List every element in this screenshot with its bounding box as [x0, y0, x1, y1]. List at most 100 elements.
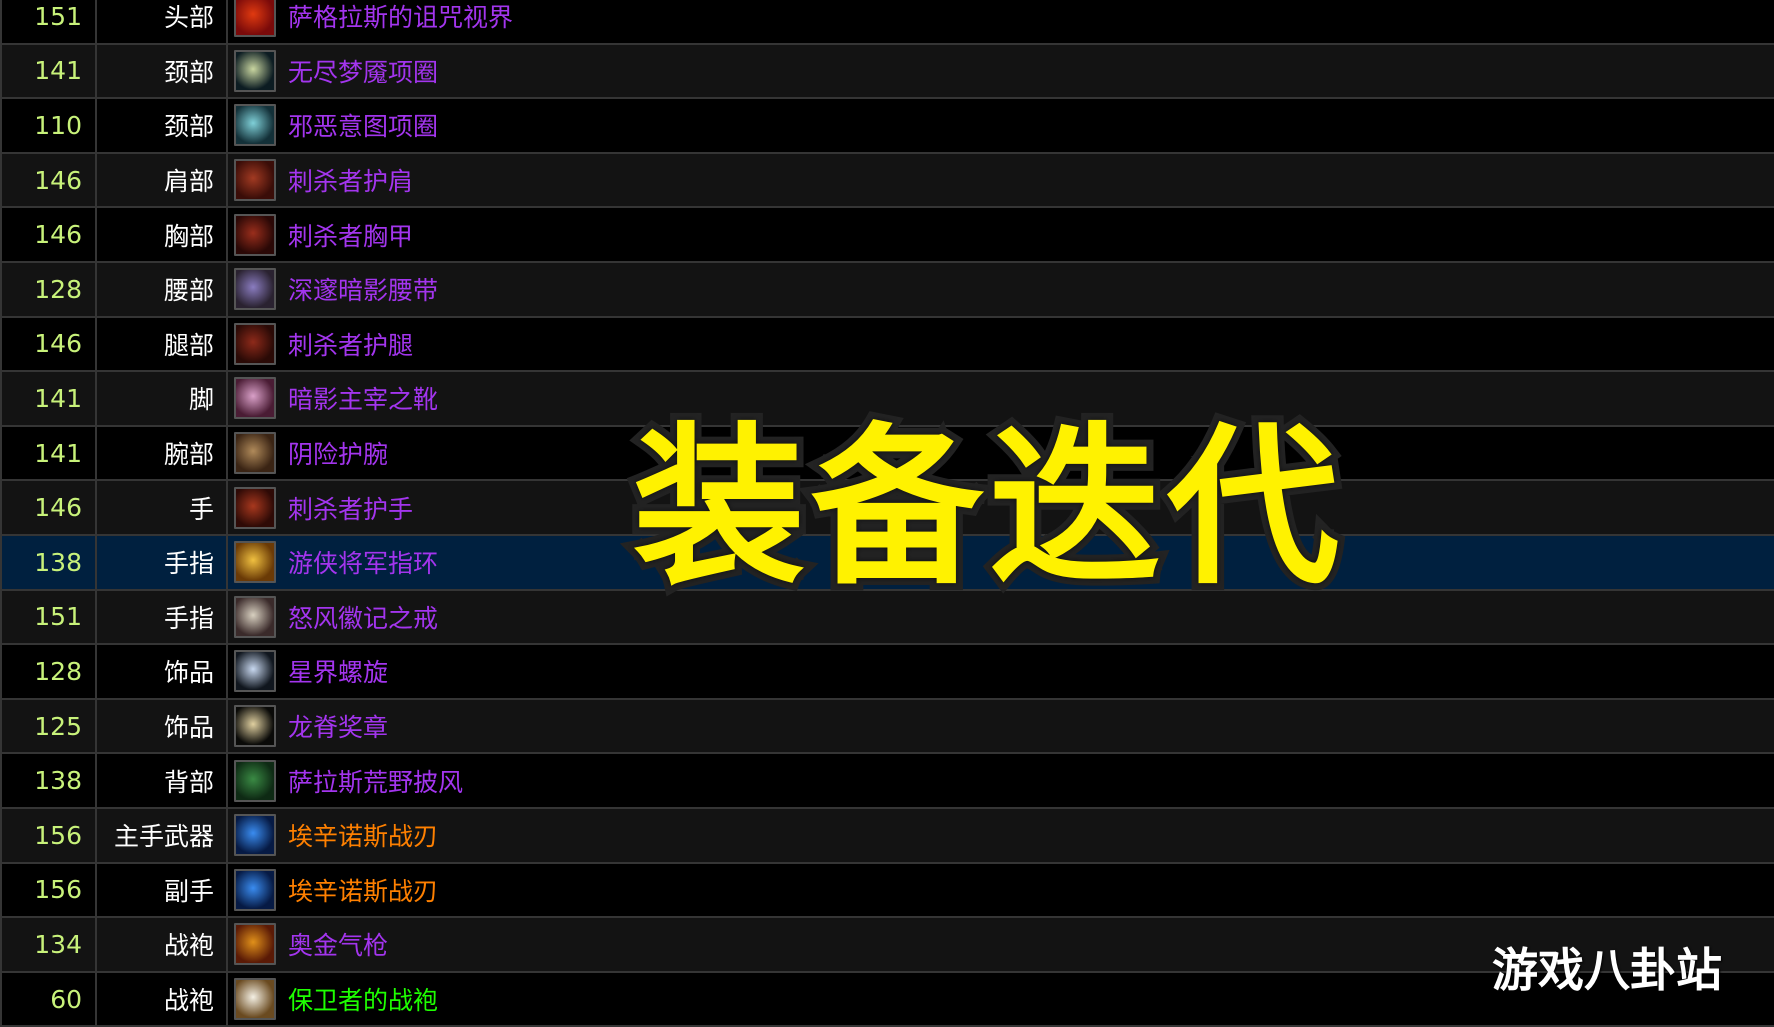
gear-row[interactable]: 128 腰部 深邃暗影腰带	[0, 263, 1774, 318]
item-level: 125	[0, 699, 97, 753]
gear-row[interactable]: 146 胸部 刺杀者胸甲	[0, 208, 1774, 263]
item-name-link[interactable]: 邪恶意图项圈	[288, 107, 438, 143]
item-level: 156	[0, 809, 97, 862]
item-name-link[interactable]: 游侠将军指环	[288, 544, 438, 580]
item-level: 151	[0, 0, 97, 43]
gear-row[interactable]: 141 颈部 无尽梦魇项圈	[0, 44, 1774, 100]
legs-icon[interactable]	[234, 322, 276, 365]
item-level: 141	[0, 44, 97, 98]
gun-icon[interactable]	[234, 923, 276, 966]
gear-row[interactable]: 156 副手 埃辛诺斯战刃	[0, 863, 1774, 919]
item-level: 138	[0, 754, 97, 807]
warglaive-icon[interactable]	[234, 868, 276, 911]
slot-name: 颈部	[97, 44, 228, 98]
slot-name: 腰部	[97, 263, 228, 316]
belt-icon[interactable]	[234, 268, 276, 311]
slot-name: 颈部	[97, 99, 228, 152]
necklace-icon[interactable]	[234, 49, 276, 92]
item-level: 128	[0, 263, 97, 316]
slot-name: 手指	[97, 590, 228, 644]
item-cell: 刺杀者护肩	[228, 154, 1774, 207]
tabard-icon[interactable]	[234, 978, 276, 1021]
gear-row[interactable]: 125 饰品 龙脊奖章	[0, 699, 1774, 755]
bracer-icon[interactable]	[234, 432, 276, 475]
watermark: 游戏八卦站	[1492, 943, 1722, 997]
item-cell: 龙脊奖章	[228, 700, 1774, 753]
gear-row[interactable]: 138 背部 萨拉斯荒野披风	[0, 754, 1774, 809]
cloak-icon[interactable]	[234, 759, 276, 802]
gear-row[interactable]: 128 饰品 星界螺旋	[0, 645, 1774, 700]
slot-name: 战袍	[97, 972, 228, 1026]
item-level: 146	[0, 153, 97, 207]
item-cell: 埃辛诺斯战刃	[228, 809, 1774, 862]
item-level: 151	[0, 590, 97, 644]
slot-name: 饰品	[97, 699, 228, 753]
item-name-link[interactable]: 埃辛诺斯战刃	[288, 872, 438, 908]
item-cell: 无尽梦魇项圈	[228, 45, 1774, 98]
item-name-link[interactable]: 刺杀者护肩	[288, 162, 413, 198]
item-name-link[interactable]: 刺杀者护手	[288, 490, 413, 526]
slot-name: 脚	[97, 372, 228, 425]
item-name-link[interactable]: 保卫者的战袍	[288, 981, 438, 1017]
slot-name: 腿部	[97, 317, 228, 371]
slot-name: 手指	[97, 536, 228, 589]
item-level: 141	[0, 372, 97, 425]
slot-name: 肩部	[97, 153, 228, 207]
item-cell: 埃辛诺斯战刃	[228, 864, 1774, 917]
gear-row[interactable]: 156 主手武器 埃辛诺斯战刃	[0, 809, 1774, 864]
gear-row[interactable]: 146 腿部 刺杀者护腿	[0, 317, 1774, 373]
item-level: 146	[0, 208, 97, 261]
item-name-link[interactable]: 刺杀者胸甲	[288, 217, 413, 253]
item-name-link[interactable]: 怒风徽记之戒	[288, 599, 438, 635]
ring-icon[interactable]	[234, 541, 276, 584]
item-level: 110	[0, 99, 97, 152]
trinket-icon[interactable]	[234, 650, 276, 693]
slot-name: 背部	[97, 754, 228, 807]
item-cell: 刺杀者胸甲	[228, 208, 1774, 261]
item-name-link[interactable]: 阴险护腕	[288, 435, 388, 471]
item-name-link[interactable]: 奥金气枪	[288, 926, 388, 962]
slot-name: 腕部	[97, 426, 228, 480]
item-name-link[interactable]: 萨拉斯荒野披风	[288, 763, 463, 799]
item-cell: 萨拉斯荒野披风	[228, 754, 1774, 807]
gear-row[interactable]: 110 颈部 邪恶意图项圈	[0, 99, 1774, 154]
item-name-link[interactable]: 暗影主宰之靴	[288, 380, 438, 416]
trinket-icon[interactable]	[234, 705, 276, 748]
item-level: 138	[0, 536, 97, 589]
item-name-link[interactable]: 刺杀者护腿	[288, 326, 413, 362]
item-level: 146	[0, 317, 97, 371]
gloves-icon[interactable]	[234, 486, 276, 529]
chest-icon[interactable]	[234, 213, 276, 256]
item-cell: 星界螺旋	[228, 645, 1774, 698]
item-cell: 刺杀者护腿	[228, 318, 1774, 371]
slot-name: 手	[97, 481, 228, 534]
item-level: 134	[0, 918, 97, 971]
ring-icon[interactable]	[234, 595, 276, 638]
item-name-link[interactable]: 龙脊奖章	[288, 708, 388, 744]
slot-name: 胸部	[97, 208, 228, 261]
item-level: 128	[0, 645, 97, 698]
item-level: 146	[0, 481, 97, 534]
item-cell: 萨格拉斯的诅咒视界	[228, 0, 1774, 43]
slot-name: 战袍	[97, 918, 228, 971]
item-cell: 邪恶意图项圈	[228, 99, 1774, 152]
shoulder-icon[interactable]	[234, 159, 276, 202]
helm-icon[interactable]	[234, 0, 276, 38]
item-level: 141	[0, 426, 97, 480]
item-name-link[interactable]: 无尽梦魇项圈	[288, 53, 438, 89]
slot-name: 饰品	[97, 645, 228, 698]
item-cell: 深邃暗影腰带	[228, 263, 1774, 316]
item-level: 60	[0, 972, 97, 1026]
necklace-icon[interactable]	[234, 104, 276, 147]
gear-row[interactable]: 146 肩部 刺杀者护肩	[0, 153, 1774, 209]
item-level: 156	[0, 863, 97, 917]
title-overlay: 装备迭代	[626, 401, 1346, 615]
boots-icon[interactable]	[234, 377, 276, 420]
item-name-link[interactable]: 深邃暗影腰带	[288, 271, 438, 307]
warglaive-icon[interactable]	[234, 814, 276, 857]
item-name-link[interactable]: 埃辛诺斯战刃	[288, 817, 438, 853]
slot-name: 头部	[97, 0, 228, 43]
item-name-link[interactable]: 萨格拉斯的诅咒视界	[288, 0, 513, 34]
item-name-link[interactable]: 星界螺旋	[288, 653, 388, 689]
gear-row[interactable]: 151 头部 萨格拉斯的诅咒视界	[0, 0, 1774, 45]
